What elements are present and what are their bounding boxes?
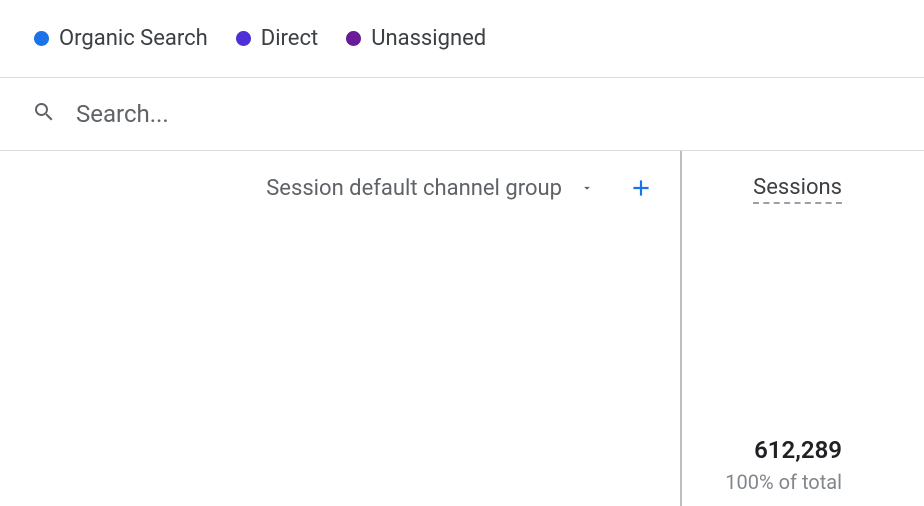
chevron-down-icon[interactable] xyxy=(580,181,594,195)
table-area: Session default channel group Sessions 6… xyxy=(0,151,924,506)
dimension-column: Session default channel group xyxy=(0,151,682,506)
legend-item-unassigned[interactable]: Unassigned xyxy=(346,26,486,51)
legend-label: Organic Search xyxy=(59,26,208,51)
search-icon xyxy=(32,100,56,128)
legend-dot-icon xyxy=(236,31,251,46)
dimension-header: Session default channel group xyxy=(0,151,680,225)
search-row xyxy=(0,78,924,150)
metric-total-value: 612,289 xyxy=(754,436,842,464)
metric-column: Sessions 612,289 100% of total xyxy=(682,151,924,506)
add-dimension-button[interactable] xyxy=(628,175,654,201)
metric-total-block: 612,289 100% of total xyxy=(725,436,842,506)
legend-item-direct[interactable]: Direct xyxy=(236,26,318,51)
chart-legend: Organic Search Direct Unassigned xyxy=(0,0,924,77)
metric-header-sessions[interactable]: Sessions xyxy=(753,151,842,204)
search-input[interactable] xyxy=(76,100,892,128)
legend-dot-icon xyxy=(346,31,361,46)
dimension-selector[interactable]: Session default channel group xyxy=(266,176,562,201)
legend-label: Direct xyxy=(261,26,318,51)
legend-item-organic-search[interactable]: Organic Search xyxy=(34,26,208,51)
legend-dot-icon xyxy=(34,31,49,46)
legend-label: Unassigned xyxy=(371,26,486,51)
metric-total-subtext: 100% of total xyxy=(725,470,842,494)
